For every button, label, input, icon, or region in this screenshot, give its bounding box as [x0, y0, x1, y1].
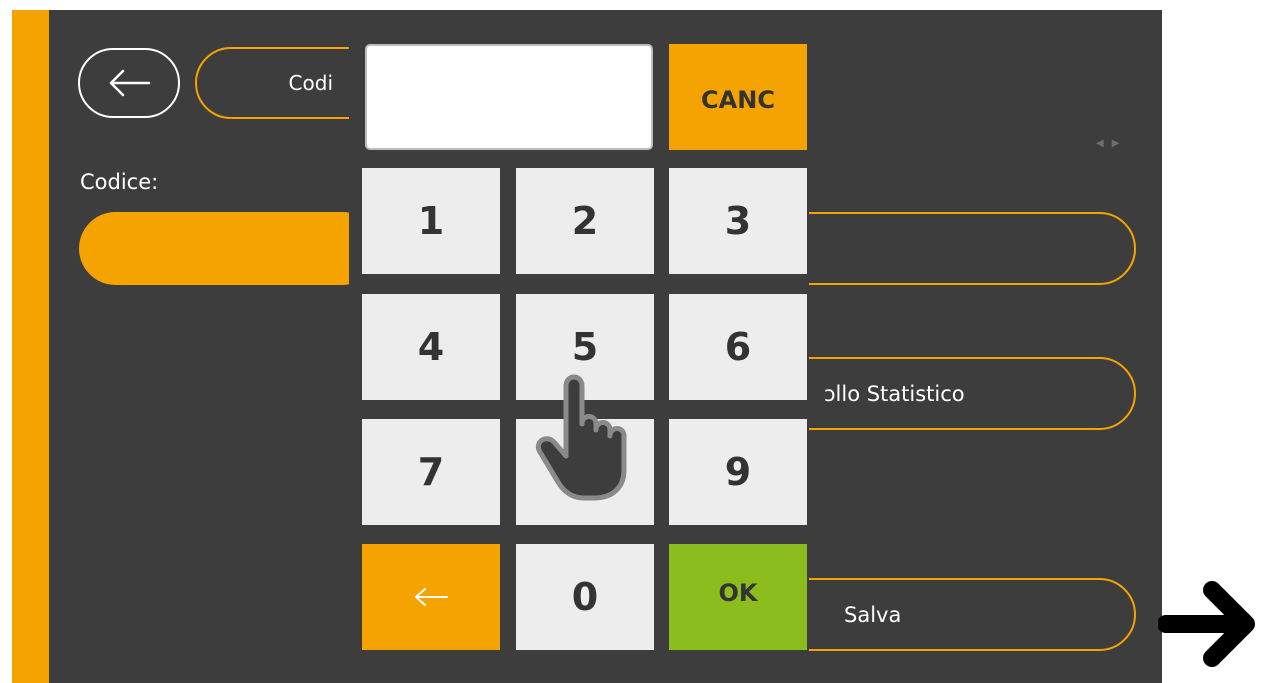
- canc-button[interactable]: CANC: [669, 44, 807, 150]
- scroll-arrows-icon[interactable]: ◀▶: [1096, 138, 1127, 149]
- statistic-button[interactable]: ɔllo Statistico: [772, 357, 1136, 430]
- key-4[interactable]: 4: [362, 294, 500, 400]
- key-7[interactable]: 7: [362, 419, 500, 525]
- key-1[interactable]: 1: [362, 168, 500, 274]
- field-2[interactable]: [772, 212, 1136, 285]
- key-3[interactable]: 3: [669, 168, 807, 274]
- numeric-keypad: CANC 1 2 3 4 5 6 7 8 9 0 OK: [349, 30, 809, 683]
- save-button[interactable]: Salva: [772, 578, 1136, 651]
- statistic-button-label: ɔllo Statistico: [824, 381, 965, 406]
- ok-button[interactable]: OK: [669, 544, 807, 650]
- arrow-left-icon: [415, 588, 448, 606]
- hand-pointer-icon: [536, 374, 627, 501]
- backspace-key[interactable]: [362, 544, 500, 650]
- back-button[interactable]: [78, 48, 180, 118]
- code-label: Codice:: [80, 170, 159, 194]
- arrow-right-icon: [1158, 581, 1255, 667]
- title-button-label: Codi: [288, 71, 333, 95]
- app-screen: Codi Codice: ◀▶ ɔllo Statistico Salva CA…: [12, 10, 1162, 683]
- accent-strip: [12, 10, 49, 683]
- key-0[interactable]: 0: [516, 544, 654, 650]
- key-6[interactable]: 6: [669, 294, 807, 400]
- key-9[interactable]: 9: [669, 419, 807, 525]
- code-field[interactable]: [79, 212, 379, 285]
- save-button-label: Salva: [844, 602, 902, 627]
- arrow-left-icon: [109, 69, 151, 97]
- keypad-display: [365, 44, 653, 150]
- key-2[interactable]: 2: [516, 168, 654, 274]
